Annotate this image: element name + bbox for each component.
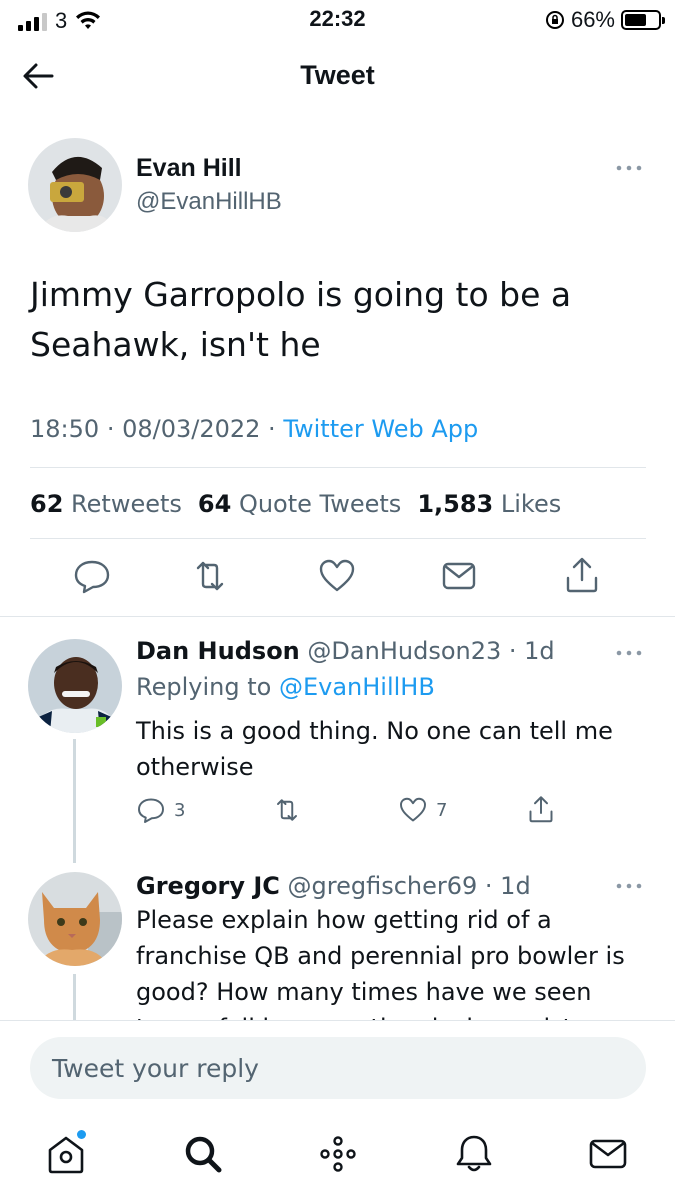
bottom-tab-bar (0, 1120, 675, 1200)
reply-composer: Tweet your reply (0, 1020, 675, 1120)
reply-author-avatar[interactable] (28, 872, 122, 966)
reply-header: Gregory JC @gregfischer69 · 1d (136, 872, 531, 900)
status-right: 66% (545, 7, 665, 33)
reply-icon[interactable] (72, 556, 112, 596)
reply-reply-button[interactable]: 3 (136, 795, 185, 825)
thread-line (73, 739, 76, 863)
reply-author-handle[interactable]: @DanHudson23 (307, 637, 501, 665)
reply-author-name[interactable]: Gregory JC (136, 872, 280, 900)
tweet-source-link[interactable]: Twitter Web App (283, 415, 478, 443)
battery-percent: 66% (570, 7, 615, 32)
share-icon[interactable] (562, 556, 602, 596)
message-icon[interactable] (439, 556, 479, 596)
replying-to: Replying to @EvanHillHB (136, 673, 435, 701)
author-avatar[interactable] (28, 138, 122, 232)
divider (30, 538, 646, 539)
search-icon[interactable] (181, 1132, 225, 1176)
likes-stat[interactable]: 1,583 Likes (417, 490, 561, 518)
retweet-icon[interactable] (190, 556, 230, 596)
like-count: 7 (436, 799, 448, 821)
retweet-icon (277, 799, 297, 821)
spaces-icon[interactable] (316, 1132, 360, 1176)
battery-icon (621, 10, 665, 30)
messages-icon[interactable] (586, 1132, 630, 1176)
reply-tweet[interactable]: Dan Hudson @DanHudson23 · 1d Replying to… (0, 617, 675, 867)
page-title: Tweet (300, 60, 375, 90)
reply-like-button[interactable]: 7 (398, 795, 447, 825)
divider (30, 467, 646, 468)
thread-line (73, 974, 76, 1020)
reply-text: This is a good thing. No one can tell me… (136, 717, 613, 781)
notifications-bell-icon[interactable] (452, 1132, 496, 1176)
tweet-time: 18:50 (30, 415, 100, 443)
top-header: Tweet (0, 42, 675, 112)
retweets-stat[interactable]: 62 Retweets (30, 490, 182, 518)
like-icon[interactable] (317, 556, 357, 596)
reply-icon (138, 798, 164, 823)
status-bar: 3 22:32 66% (0, 0, 675, 40)
reply-retweet-button[interactable] (272, 795, 302, 825)
notification-dot (77, 1130, 86, 1139)
reply-share-button[interactable] (526, 795, 556, 825)
more-options-icon[interactable] (614, 880, 644, 892)
reply-age: 1d (500, 872, 531, 900)
reply-author-handle[interactable]: @gregfischer69 (288, 872, 478, 900)
reply-author-name[interactable]: Dan Hudson (136, 637, 300, 665)
share-icon (529, 796, 553, 823)
more-options-icon[interactable] (614, 162, 644, 174)
author-name[interactable]: Evan Hill (136, 154, 242, 183)
reply-count: 3 (174, 799, 186, 821)
tweet-stats: 62 Retweets 64 Quote Tweets 1,583 Likes (30, 490, 561, 518)
reply-text: Please explain how getting rid of a fran… (136, 906, 629, 1020)
tweet-meta: 18:50 · 08/03/2022 · Twitter Web App (30, 415, 479, 443)
author-handle[interactable]: @EvanHillHB (136, 188, 282, 216)
like-icon (400, 797, 426, 822)
tweet-actions (0, 556, 675, 606)
tweet-text: Jimmy Garropolo is going to be a Seahawk… (30, 275, 572, 364)
reply-tweet[interactable]: Gregory JC @gregfischer69 · 1d Please ex… (0, 858, 675, 1020)
reply-actions: 3 7 (136, 795, 586, 831)
reply-author-avatar[interactable] (28, 639, 122, 733)
reply-age: 1d (524, 637, 555, 665)
quote-tweets-stat[interactable]: 64 Quote Tweets (198, 490, 401, 518)
mention-link[interactable]: @EvanHillHB (279, 673, 435, 701)
reply-input[interactable]: Tweet your reply (30, 1037, 646, 1099)
reply-header: Dan Hudson @DanHudson23 · 1d (136, 637, 555, 665)
orientation-lock-icon (545, 11, 564, 29)
more-options-icon[interactable] (614, 647, 644, 659)
tweet-date: 08/03/2022 (122, 415, 261, 443)
